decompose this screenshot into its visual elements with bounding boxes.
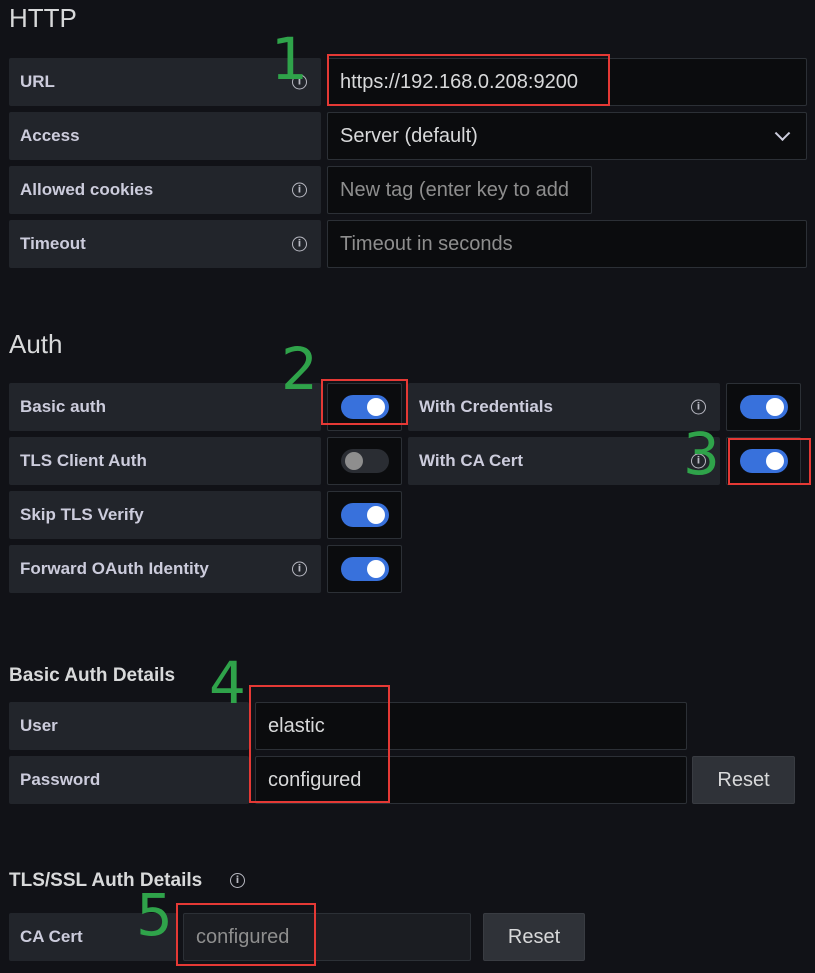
tls-client-auth-toggle-box [327,437,402,485]
info-icon[interactable]: i [230,873,245,888]
annotation-box-3 [728,438,811,485]
timeout-placeholder: Timeout in seconds [340,232,513,255]
timeout-label-text: Timeout [20,234,86,253]
toggle-knob [366,506,385,524]
tls-client-auth-label: TLS Client Auth [9,437,321,485]
forward-oauth-label: Forward OAuth Identity i [9,545,321,593]
toggle-knob [344,452,363,470]
with-credentials-toggle-box [726,383,801,431]
info-icon[interactable]: i [691,399,706,415]
password-reset-button[interactable]: Reset [692,756,795,804]
toggle-knob [366,560,385,578]
annotation-number-2: 2 [281,335,318,403]
skip-tls-verify-toggle[interactable] [340,503,389,527]
allowed-cookies-input[interactable]: New tag (enter key to add [327,166,592,214]
with-ca-cert-label: With CA Cert i [408,437,720,485]
annotation-number-1: 1 [271,25,308,93]
annotation-number-3: 3 [683,420,720,488]
annotation-box-2 [321,379,408,425]
ca-cert-reset-button[interactable]: Reset [483,913,585,961]
info-icon[interactable]: i [292,236,307,252]
allowed-cookies-placeholder: New tag (enter key to add [340,178,570,201]
basic-auth-label-text: Basic auth [20,397,106,416]
access-label: Access [9,112,321,160]
basic-auth-details-title: Basic Auth Details [9,665,176,686]
access-value: Server (default) [340,124,478,147]
basic-auth-label: Basic auth [9,383,321,431]
with-ca-cert-label-text: With CA Cert [419,451,524,470]
info-icon[interactable]: i [292,561,307,577]
chevron-down-icon [774,125,791,142]
user-label-text: User [20,716,58,735]
forward-oauth-label-text: Forward OAuth Identity [20,559,209,578]
auth-section-title: Auth [9,329,63,359]
ca-cert-label-text: CA Cert [20,927,83,946]
password-label-text: Password [20,770,101,789]
annotation-box-5 [176,903,316,966]
skip-tls-verify-label-text: Skip TLS Verify [20,505,144,524]
tls-client-auth-toggle[interactable] [340,449,389,473]
skip-tls-verify-toggle-box [327,491,402,539]
with-credentials-label-text: With Credentials [419,397,553,416]
forward-oauth-toggle[interactable] [340,557,389,581]
allowed-cookies-label: Allowed cookies i [9,166,321,214]
allowed-cookies-label-text: Allowed cookies [20,180,154,199]
skip-tls-verify-label: Skip TLS Verify [9,491,321,539]
tls-client-auth-label-text: TLS Client Auth [20,451,147,470]
with-credentials-toggle[interactable] [739,395,788,419]
tls-auth-details-title: TLS/SSL Auth Details [9,870,203,891]
annotation-number-5: 5 [136,881,173,949]
access-label-text: Access [20,126,80,145]
info-icon[interactable]: i [292,182,307,198]
toggle-knob [765,398,784,416]
http-section-title: HTTP [9,3,77,33]
forward-oauth-toggle-box [327,545,402,593]
url-label-text: URL [20,72,55,91]
timeout-input[interactable]: Timeout in seconds [327,220,807,268]
timeout-label: Timeout i [9,220,321,268]
with-credentials-label: With Credentials i [408,383,720,431]
password-label: Password [9,756,249,804]
annotation-box-4 [249,685,390,803]
annotation-number-4: 4 [209,649,246,717]
access-select[interactable]: Server (default) [327,112,807,160]
annotation-box-1 [327,54,610,106]
